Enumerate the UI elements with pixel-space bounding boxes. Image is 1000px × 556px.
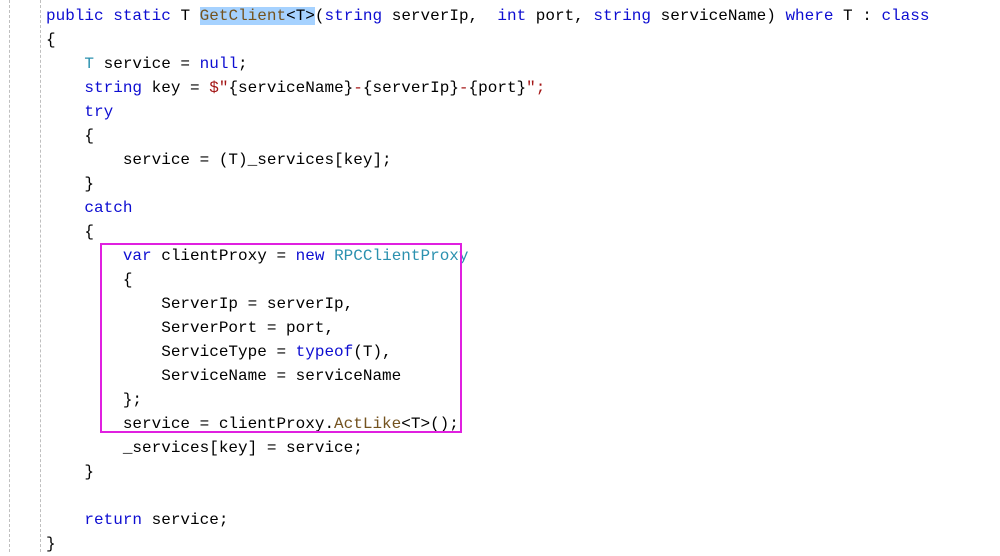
- kw-where: where: [785, 7, 833, 25]
- init-serverip: ServerIp = serverIp,: [161, 295, 353, 313]
- obj-init-close: };: [123, 391, 142, 409]
- tpl-c3: }: [517, 79, 527, 97]
- tpl-v1: serviceName: [238, 79, 344, 97]
- str-open: $": [209, 79, 228, 97]
- services-assign: _services[key] = service;: [123, 439, 363, 457]
- tpl-o3: {: [469, 79, 479, 97]
- selected-method[interactable]: GetClient<T>: [200, 7, 315, 25]
- clientproxy-eq: clientProxy =: [152, 247, 296, 265]
- brace-close-method: }: [46, 535, 56, 553]
- space-new: [324, 247, 334, 265]
- actlike-a: service = clientProxy.: [123, 415, 334, 433]
- kw-typeof: typeof: [296, 343, 354, 361]
- lparen: (: [315, 7, 325, 25]
- kw-new: new: [296, 247, 325, 265]
- catch-brace-open: {: [84, 223, 94, 241]
- method-name: GetClient: [200, 7, 286, 25]
- tpl-v3: port: [478, 79, 516, 97]
- tpl-c2: }: [449, 79, 459, 97]
- where-T: T :: [833, 7, 881, 25]
- init-servicename: ServiceName = serviceName: [161, 367, 401, 385]
- init-servicetype-b: (T),: [353, 343, 391, 361]
- rparen: ): [766, 7, 776, 25]
- param1: serverIp,: [382, 7, 488, 25]
- tpl-c1: }: [344, 79, 354, 97]
- generic-close: >: [305, 7, 315, 25]
- tpl-v2: serverIp: [373, 79, 450, 97]
- code-block: public static T GetClient<T>(string serv…: [2, 4, 1000, 556]
- kw-try: try: [84, 103, 113, 121]
- kw-null: null: [200, 55, 238, 73]
- tpl-o1: {: [228, 79, 238, 97]
- try-brace-open: {: [84, 127, 94, 145]
- type-T-2: T: [84, 55, 94, 73]
- mth-actlike: ActLike: [334, 415, 401, 433]
- line-signature: public static T GetClient<T>(string serv…: [46, 7, 929, 25]
- dash1: -: [353, 79, 363, 97]
- kw-int: int: [497, 7, 526, 25]
- tpl-o2: {: [363, 79, 373, 97]
- obj-init-open: {: [123, 271, 133, 289]
- kw-static: static: [113, 7, 171, 25]
- param2: port,: [526, 7, 593, 25]
- semi: ;: [238, 55, 248, 73]
- param3: serviceName: [651, 7, 766, 25]
- try-brace-close: }: [84, 175, 94, 193]
- kw-string3: string: [84, 79, 142, 97]
- key-eq: key =: [142, 79, 209, 97]
- dash2: -: [459, 79, 469, 97]
- kw-var: var: [123, 247, 152, 265]
- kw-string: string: [325, 7, 383, 25]
- try-body: service = (T)_services[key];: [123, 151, 392, 169]
- str-close: ";: [526, 79, 545, 97]
- type-rpc: RPCClientProxy: [334, 247, 468, 265]
- catch-brace-close: }: [84, 463, 94, 481]
- actlike-b: <T>();: [401, 415, 459, 433]
- brace-open-method: {: [46, 31, 56, 49]
- generic-T: T: [296, 7, 306, 25]
- return-svc: service;: [142, 511, 228, 529]
- init-servicetype-a: ServiceType =: [161, 343, 295, 361]
- kw-return: return: [84, 511, 142, 529]
- kw-public: public: [46, 7, 104, 25]
- kw-catch: catch: [84, 199, 132, 217]
- generic-open: <: [286, 7, 296, 25]
- svc-eq: service =: [94, 55, 200, 73]
- kw-string2: string: [593, 7, 651, 25]
- type-T: T: [180, 7, 190, 25]
- kw-class: class: [881, 7, 929, 25]
- init-serverport: ServerPort = port,: [161, 319, 334, 337]
